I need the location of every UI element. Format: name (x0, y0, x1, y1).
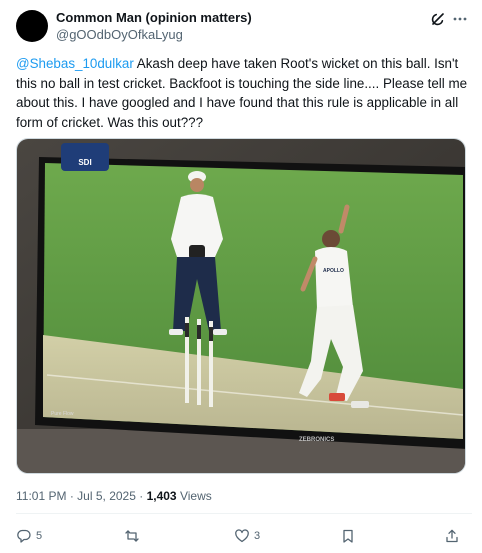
divider (16, 513, 472, 514)
author-display-name[interactable]: Common Man (opinion matters) (56, 10, 252, 26)
author-handle[interactable]: @gOOdbOyOfkaLyug (56, 27, 252, 43)
action-bar: 5 3 (16, 524, 472, 548)
reply-count: 5 (36, 530, 43, 542)
channel-logo: SDI (61, 143, 109, 171)
tweet-date[interactable]: Jul 5, 2025 (77, 489, 136, 503)
more-icon[interactable] (452, 11, 468, 27)
reply-icon (17, 529, 31, 543)
share-icon (446, 529, 458, 543)
tweet-meta: 11:01 PM · Jul 5, 2025 · 1,403 Views (16, 488, 212, 504)
like-button[interactable]: 3 (234, 524, 260, 548)
views-count[interactable]: 1,403 (147, 489, 177, 503)
author-block: Common Man (opinion matters) @gOOdbOyOfk… (56, 10, 252, 43)
reply-button[interactable]: 5 (16, 524, 42, 548)
tweet-media-photo[interactable]: SDI APOLLO Pure Flow ZEBRONICS (16, 138, 466, 474)
svg-text:APOLLO: APOLLO (323, 268, 344, 274)
tv-brand-label: ZEBRONICS (299, 437, 334, 443)
meta-separator: · (139, 489, 144, 503)
mention-link[interactable]: @Shebas_10dulkar (16, 56, 134, 71)
bookmark-button[interactable] (340, 524, 356, 548)
tweet-card: Common Man (opinion matters) @gOOdbOyOfk… (0, 0, 482, 553)
retweet-icon (125, 530, 139, 542)
tweet-time[interactable]: 11:01 PM (16, 489, 66, 503)
share-button[interactable] (444, 524, 460, 548)
views-label: Views (179, 489, 212, 503)
tv-photo: SDI APOLLO Pure Flow ZEBRONICS (17, 139, 465, 473)
like-count: 3 (254, 530, 261, 542)
heart-icon (235, 529, 249, 543)
tv-corner-label: Pure Flow (51, 411, 74, 417)
tweet-text: @Shebas_10dulkar Akash deep have taken R… (16, 54, 472, 132)
grok-icon[interactable] (430, 11, 446, 27)
meta-separator: · (69, 489, 74, 503)
retweet-button[interactable] (124, 524, 144, 548)
svg-text:SDI: SDI (78, 158, 91, 167)
bookmark-icon (343, 529, 353, 543)
avatar[interactable] (16, 10, 48, 42)
